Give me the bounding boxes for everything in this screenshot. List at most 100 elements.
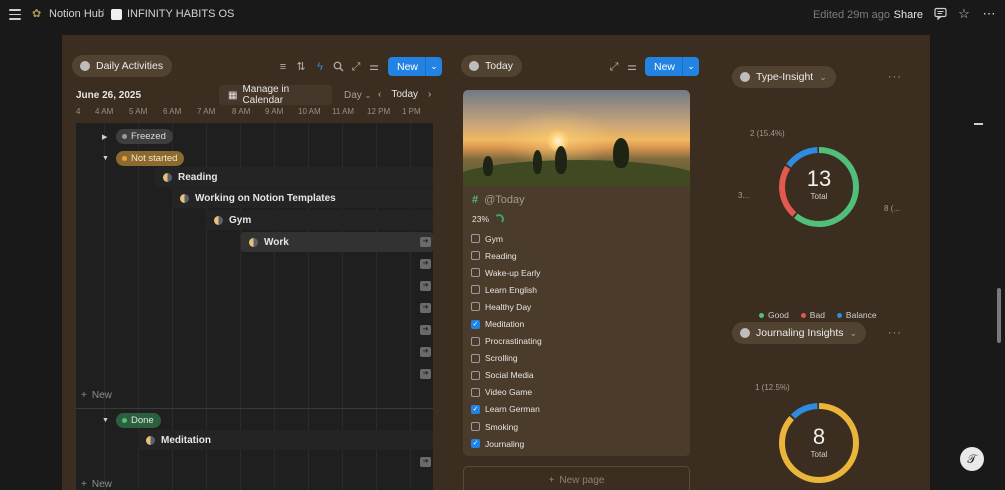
habit-item[interactable]: Learn English (471, 281, 542, 298)
group-done[interactable]: ▼ Done (102, 413, 161, 428)
today-card[interactable]: # @Today 23% Gym Reading Wake-up Early Lear… (463, 90, 690, 456)
chart-label-top: 2 (15.4%) (750, 129, 785, 138)
chevron-down-icon[interactable]: ⌄ (683, 61, 699, 72)
breadcrumb-infinity-habits[interactable]: INFINITY HABITS OS (111, 8, 234, 20)
arrow-right-icon[interactable]: ➜ (420, 237, 431, 247)
habit-item[interactable]: ✓ Learn German (471, 401, 542, 418)
habit-item[interactable]: Procrastinating (471, 333, 542, 350)
scrollbar[interactable] (997, 288, 1001, 343)
daily-activities-view-tab[interactable]: Daily Activities (72, 55, 173, 77)
more-options-icon[interactable]: ··· (888, 327, 902, 339)
checkbox-icon[interactable] (471, 422, 480, 432)
more-icon[interactable]: ⋯ (982, 7, 996, 21)
arrow-right-icon[interactable]: ➜ (420, 369, 431, 379)
outline-marker[interactable] (974, 123, 983, 125)
moon-icon (180, 193, 189, 203)
type-insight-center: 13 Total (776, 166, 862, 201)
checkbox-icon[interactable] (471, 234, 480, 244)
checkbox-icon[interactable] (471, 285, 480, 295)
day-selector-label: Day (344, 90, 362, 101)
chevron-down-icon[interactable]: ⌄ (426, 61, 442, 72)
checkbox-checked-icon[interactable]: ✓ (471, 404, 480, 414)
habit-item[interactable]: ✓ Journaling (471, 435, 542, 452)
add-new-row-button[interactable]: + New (81, 390, 112, 401)
daily-new-button[interactable]: New ⌄ (388, 57, 443, 76)
habit-label: Procrastinating (485, 336, 542, 347)
settings-sliders-icon[interactable]: ⚌ (368, 61, 380, 73)
habit-label: Learn German (485, 404, 540, 415)
checkbox-checked-icon[interactable]: ✓ (471, 439, 480, 449)
new-page-button[interactable]: + New page (463, 466, 690, 490)
day-selector[interactable]: Day ⌄ (344, 90, 371, 101)
checkbox-icon[interactable] (471, 302, 480, 312)
arrow-right-icon[interactable]: ➜ (420, 303, 431, 313)
group-not-started[interactable]: ▼ Not started (102, 151, 185, 166)
task-bar-gym[interactable]: Gym (206, 210, 433, 230)
filter-icon[interactable]: ≡ (277, 61, 289, 73)
arrow-right-icon[interactable]: ➜ (420, 259, 431, 269)
manage-in-calendar-button[interactable]: ▦ Manage in Calendar (219, 84, 332, 106)
automation-icon[interactable]: ϟ (314, 61, 326, 73)
habit-item[interactable]: Gym (471, 230, 542, 247)
checkbox-icon[interactable] (471, 387, 480, 397)
top-bar: ✿ Notion Hub / INFINITY HABITS OS Edited… (0, 0, 1005, 30)
arrow-right-icon[interactable]: ➜ (420, 457, 431, 467)
habit-item[interactable]: Video Game (471, 384, 542, 401)
type-insight-total: 13 (806, 166, 832, 191)
collapse-down-icon[interactable]: ▼ (102, 155, 110, 162)
group-freezed[interactable]: ▶ Freezed (102, 129, 173, 144)
date-navigation: ‹ Today › (378, 89, 431, 100)
more-options-icon[interactable]: ··· (888, 71, 902, 83)
task-bar-notion-templates[interactable]: Working on Notion Templates (172, 188, 433, 208)
checkbox-icon[interactable] (471, 336, 480, 346)
habit-item[interactable]: Smoking (471, 418, 542, 435)
progress-value: 23% (472, 214, 490, 224)
moon-icon (163, 172, 172, 182)
checkbox-icon[interactable] (471, 353, 480, 363)
arrow-right-icon[interactable]: ➜ (420, 325, 431, 335)
add-new-row-button[interactable]: + New (81, 479, 112, 490)
dashboard-board: Daily Activities ≡ ⇅ ϟ ⤢ ⚌ New ⌄ June 26… (62, 35, 930, 490)
new-button-label: New (388, 57, 427, 76)
checkbox-checked-icon[interactable]: ✓ (471, 319, 480, 329)
settings-sliders-icon[interactable]: ⚌ (626, 61, 638, 73)
task-bar-work[interactable]: Work (241, 232, 433, 252)
today-button[interactable]: Today (391, 89, 418, 100)
hashtag-icon: # (472, 194, 479, 206)
checkbox-icon[interactable] (471, 268, 480, 278)
star-icon[interactable]: ☆ (957, 7, 971, 21)
type-insight-view-tab[interactable]: Type-Insight ⌄ (732, 66, 836, 88)
checkbox-icon[interactable] (471, 251, 480, 261)
habit-item[interactable]: Healthy Day (471, 298, 542, 315)
menu-icon[interactable] (9, 9, 21, 20)
habit-item[interactable]: Social Media (471, 367, 542, 384)
arrow-right-icon[interactable]: ➜ (420, 347, 431, 357)
chevron-left-icon[interactable]: ‹ (378, 89, 381, 100)
collapse-down-icon[interactable]: ▼ (102, 417, 110, 424)
expand-icon[interactable]: ⤢ (350, 61, 362, 73)
habit-item[interactable]: ✓ Meditation (471, 315, 542, 332)
plus-icon: + (548, 474, 555, 486)
habit-label: Gym (485, 233, 503, 244)
collapse-right-icon[interactable]: ▶ (102, 133, 110, 141)
expand-icon[interactable]: ⤢ (608, 61, 620, 73)
share-button[interactable]: Share (894, 9, 923, 21)
comment-icon[interactable] (933, 7, 947, 21)
notion-ai-button[interactable]: 𝒯 (960, 447, 984, 471)
search-icon[interactable] (332, 61, 344, 73)
habit-item[interactable]: Scrolling (471, 350, 542, 367)
task-bar-meditation[interactable]: Meditation (138, 430, 433, 450)
today-view-tab[interactable]: Today (461, 55, 523, 77)
habit-item[interactable]: Wake-up Early (471, 264, 542, 281)
today-new-button[interactable]: New ⌄ (645, 57, 700, 76)
habit-item[interactable]: Reading (471, 247, 542, 264)
journaling-insights-view-tab[interactable]: Journaling Insights ⌄ (732, 322, 867, 344)
sort-icon[interactable]: ⇅ (295, 61, 307, 73)
chart-label-left: 3... (738, 191, 750, 200)
checkbox-icon[interactable] (471, 370, 480, 380)
task-bar-reading[interactable]: Reading (155, 167, 433, 187)
notion-hub-icon: ✿ (32, 8, 42, 20)
chevron-right-icon[interactable]: › (428, 89, 431, 100)
breadcrumb-notion-hub[interactable]: ✿ Notion Hub (32, 8, 104, 20)
arrow-right-icon[interactable]: ➜ (420, 281, 431, 291)
